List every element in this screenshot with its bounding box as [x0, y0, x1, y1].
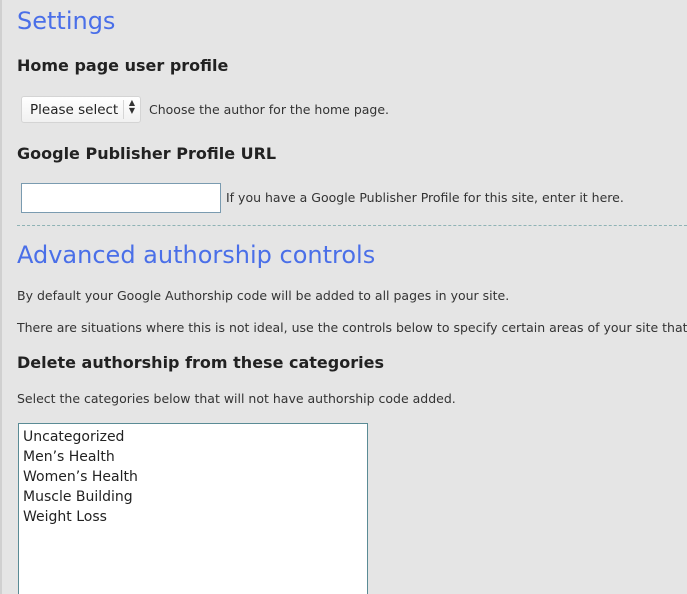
categories-description: Select the categories below that will no… [17, 391, 456, 406]
up-down-arrows-icon: ▲ ▼ [128, 98, 136, 115]
select-divider [123, 100, 124, 119]
home-profile-select[interactable]: Please select ▲ ▼ [21, 96, 141, 123]
category-option[interactable]: Women’s Health [23, 467, 367, 487]
left-edge-border [0, 0, 2, 594]
settings-page: Settings Home page user profile Please s… [0, 0, 687, 594]
home-profile-label: Home page user profile [17, 56, 229, 75]
select-value: Please select [30, 102, 119, 118]
publisher-label: Google Publisher Profile URL [17, 144, 277, 163]
advanced-heading: Advanced authorship controls [17, 241, 376, 269]
category-option[interactable]: Weight Loss [23, 507, 367, 527]
category-option[interactable]: Men’s Health [23, 447, 367, 467]
advanced-explanation-text: There are situations where this is not i… [17, 320, 687, 335]
home-profile-description: Choose the author for the home page. [149, 102, 390, 117]
advanced-intro-text: By default your Google Authorship code w… [17, 288, 510, 303]
category-option[interactable]: Uncategorized [23, 427, 367, 447]
categories-label: Delete authorship from these categories [17, 353, 384, 372]
categories-listbox[interactable]: Uncategorized Men’s Health Women’s Healt… [18, 423, 368, 594]
publisher-url-input[interactable] [21, 183, 221, 213]
settings-heading: Settings [17, 7, 116, 35]
section-divider [17, 225, 687, 226]
publisher-description: If you have a Google Publisher Profile f… [226, 190, 624, 205]
category-option[interactable]: Muscle Building [23, 487, 367, 507]
